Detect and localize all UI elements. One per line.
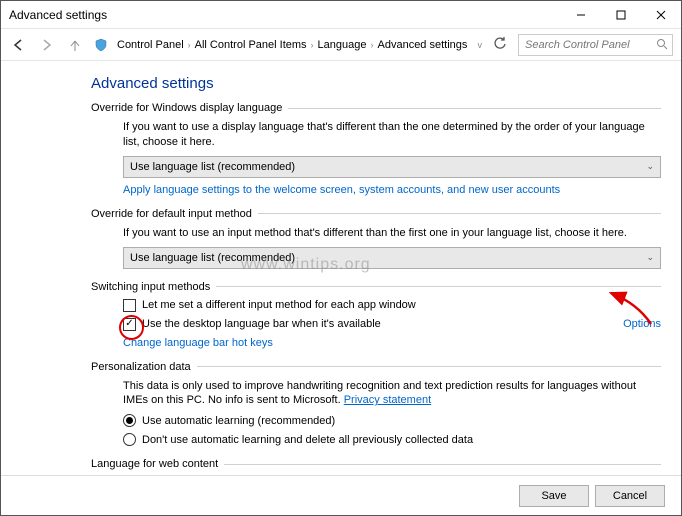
section-text: This data is only used to improve handwr… (123, 379, 661, 409)
breadcrumb[interactable]: Control Panel› All Control Panel Items› … (117, 39, 470, 51)
radio-icon[interactable] (123, 433, 136, 446)
section-heading: Override for default input method (91, 208, 661, 220)
section-web-content: Language for web content Don't let websi… (91, 458, 661, 475)
breadcrumb-item[interactable]: Advanced settings (378, 39, 468, 51)
search-icon (656, 38, 668, 53)
input-method-dropdown[interactable]: Use language list (recommended) ⌄ (123, 247, 661, 269)
cancel-button[interactable]: Cancel (595, 485, 665, 507)
section-heading: Language for web content (91, 458, 661, 470)
maximize-button[interactable] (601, 1, 641, 28)
page-title: Advanced settings (91, 75, 661, 92)
up-button[interactable] (65, 35, 85, 55)
radio-no-auto-learning[interactable]: Don't use automatic learning and delete … (123, 433, 661, 446)
forward-button[interactable] (37, 35, 57, 55)
navbar: Control Panel› All Control Panel Items› … (1, 29, 681, 61)
section-display-language: Override for Windows display language If… (91, 102, 661, 196)
chevron-right-icon: › (188, 40, 191, 50)
checkbox-icon[interactable] (123, 318, 136, 331)
window-title: Advanced settings (9, 8, 561, 22)
close-button[interactable] (641, 1, 681, 28)
radio-icon[interactable] (123, 414, 136, 427)
checkbox-desktop-language-bar[interactable]: Use the desktop language bar when it's a… (123, 318, 661, 331)
content-area: Advanced settings Override for Windows d… (1, 61, 681, 475)
search-input[interactable]: Search Control Panel (518, 34, 673, 56)
refresh-button[interactable] (490, 36, 510, 53)
checkbox-icon[interactable] (123, 299, 136, 312)
apply-welcome-link[interactable]: Apply language settings to the welcome s… (123, 184, 560, 196)
radio-auto-learning[interactable]: Use automatic learning (recommended) (123, 414, 661, 427)
chevron-right-icon: › (371, 40, 374, 50)
footer: Save Cancel (1, 475, 681, 515)
shield-icon (93, 37, 109, 53)
titlebar: Advanced settings (1, 1, 681, 29)
window-controls (561, 1, 681, 28)
section-input-method: Override for default input method If you… (91, 208, 661, 269)
breadcrumb-item[interactable]: All Control Panel Items (195, 39, 307, 51)
checkbox-per-app-input[interactable]: Let me set a different input method for … (123, 299, 661, 312)
display-language-dropdown[interactable]: Use language list (recommended) ⌄ (123, 156, 661, 178)
section-switching: Switching input methods Let me set a dif… (91, 281, 661, 349)
chevron-down-icon: ⌄ (646, 161, 654, 172)
chevron-right-icon: › (311, 40, 314, 50)
options-link[interactable]: Options (623, 318, 661, 330)
search-placeholder: Search Control Panel (525, 39, 630, 51)
section-heading: Override for Windows display language (91, 102, 661, 114)
section-heading: Switching input methods (91, 281, 661, 293)
breadcrumb-item[interactable]: Language (318, 39, 367, 51)
section-personalization: Personalization data This data is only u… (91, 361, 661, 447)
chevron-down-icon: ⌄ (646, 252, 654, 263)
save-button[interactable]: Save (519, 485, 589, 507)
breadcrumb-item[interactable]: Control Panel (117, 39, 184, 51)
breadcrumb-chevron[interactable]: v (478, 40, 483, 50)
change-hotkeys-link[interactable]: Change language bar hot keys (123, 337, 273, 349)
section-text: If you want to use an input method that'… (123, 226, 661, 241)
privacy-link[interactable]: Privacy statement (344, 394, 431, 406)
minimize-button[interactable] (561, 1, 601, 28)
section-text: If you want to use a display language th… (123, 120, 661, 150)
section-heading: Personalization data (91, 361, 661, 373)
back-button[interactable] (9, 35, 29, 55)
